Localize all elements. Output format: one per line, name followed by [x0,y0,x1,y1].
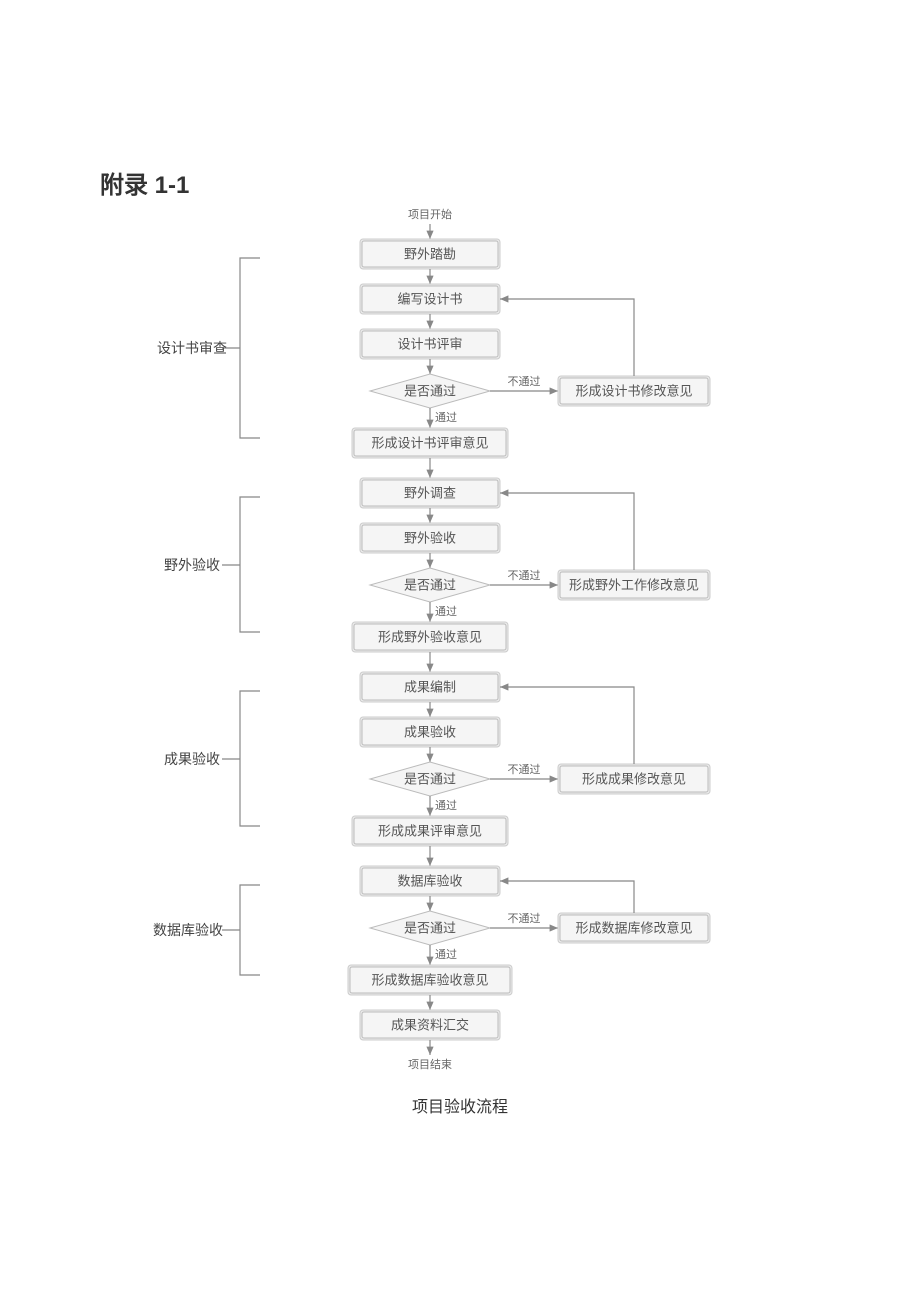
s1-pass: 通过 [435,411,457,424]
s4-pass: 通过 [435,948,457,961]
s3-out: 形成成果评审意见 [378,824,482,839]
s1-b1: 野外踏勘 [404,247,456,262]
s2-decision: 是否通过 [404,578,456,593]
s4-b1: 数据库验收 [397,874,462,889]
stage3-label: 成果验收 [164,751,220,767]
s1-decision: 是否通过 [404,384,456,399]
stage1-label: 设计书审查 [157,340,227,356]
start-label: 项目开始 [408,207,452,221]
s1-b2: 编写设计书 [397,292,462,307]
s2-b2: 野外验收 [404,531,456,546]
s2-rev: 形成野外工作修改意见 [569,578,699,593]
s3-fail: 不通过 [508,763,541,776]
stage4-label: 数据库验收 [153,922,223,938]
end-label: 项目结束 [408,1058,452,1071]
s2-pass: 通过 [435,605,457,618]
s4-fail: 不通过 [508,912,541,925]
s2-out: 形成野外验收意见 [378,630,482,645]
s4-decision: 是否通过 [404,921,456,936]
s1-b3: 设计书评审 [397,337,462,352]
s4-out: 形成数据库验收意见 [371,973,488,988]
stage2-label: 野外验收 [164,557,220,573]
s4-rev: 形成数据库修改意见 [575,921,692,936]
figure-caption: 项目验收流程 [0,1093,920,1117]
final-box: 成果资料汇交 [391,1018,469,1033]
s3-b1: 成果编制 [404,680,456,695]
s1-rev: 形成设计书修改意见 [575,384,692,399]
s3-pass: 通过 [435,799,457,812]
s1-fail: 不通过 [508,375,541,388]
s2-b1: 野外调查 [404,486,456,501]
s2-fail: 不通过 [508,569,541,582]
s3-b2: 成果验收 [404,725,456,740]
s3-rev: 形成成果修改意见 [582,772,686,787]
s3-decision: 是否通过 [404,772,456,787]
s1-out: 形成设计书评审意见 [371,436,488,451]
